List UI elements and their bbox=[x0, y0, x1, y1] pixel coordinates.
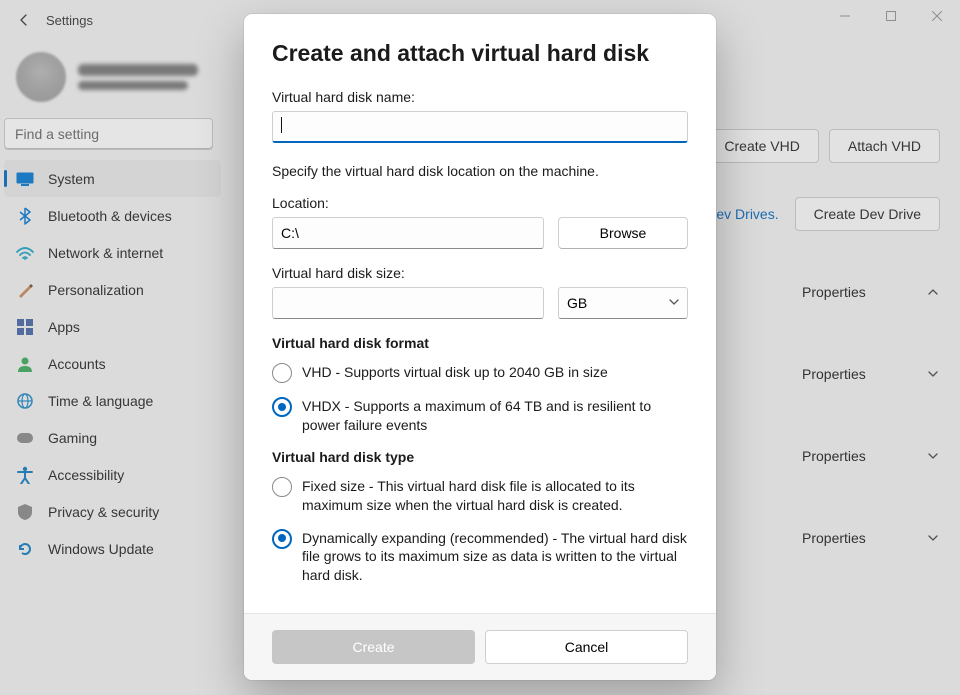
radio-icon bbox=[272, 363, 292, 383]
vhd-name-label: Virtual hard disk name: bbox=[272, 89, 688, 105]
size-unit-select[interactable] bbox=[558, 287, 688, 319]
radio-icon bbox=[272, 477, 292, 497]
type-dynamic-option[interactable]: Dynamically expanding (recommended) - Th… bbox=[272, 529, 688, 586]
type-section-head: Virtual hard disk type bbox=[272, 449, 688, 465]
type-fixed-option[interactable]: Fixed size - This virtual hard disk file… bbox=[272, 477, 688, 515]
size-unit-value[interactable] bbox=[558, 287, 688, 319]
location-hint: Specify the virtual hard disk location o… bbox=[272, 163, 688, 179]
format-vhd-option[interactable]: VHD - Supports virtual disk up to 2040 G… bbox=[272, 363, 688, 383]
create-vhd-dialog: Create and attach virtual hard disk Virt… bbox=[244, 14, 716, 680]
format-vhdx-option[interactable]: VHDX - Supports a maximum of 64 TB and i… bbox=[272, 397, 688, 435]
radio-checked-icon bbox=[272, 397, 292, 417]
vhd-name-input[interactable] bbox=[272, 111, 688, 143]
text-caret bbox=[281, 117, 282, 133]
format-vhd-label: VHD - Supports virtual disk up to 2040 G… bbox=[302, 363, 608, 382]
dialog-body: Create and attach virtual hard disk Virt… bbox=[244, 14, 716, 613]
size-input[interactable] bbox=[272, 287, 544, 319]
dialog-title: Create and attach virtual hard disk bbox=[272, 40, 688, 67]
cancel-button[interactable]: Cancel bbox=[485, 630, 688, 664]
dialog-footer: Create Cancel bbox=[244, 613, 716, 680]
radio-checked-icon bbox=[272, 529, 292, 549]
format-vhdx-label: VHDX - Supports a maximum of 64 TB and i… bbox=[302, 397, 688, 435]
type-dynamic-label: Dynamically expanding (recommended) - Th… bbox=[302, 529, 688, 586]
format-section-head: Virtual hard disk format bbox=[272, 335, 688, 351]
location-input[interactable] bbox=[272, 217, 544, 249]
create-button[interactable]: Create bbox=[272, 630, 475, 664]
location-label: Location: bbox=[272, 195, 688, 211]
browse-button[interactable]: Browse bbox=[558, 217, 688, 249]
type-fixed-label: Fixed size - This virtual hard disk file… bbox=[302, 477, 688, 515]
size-label: Virtual hard disk size: bbox=[272, 265, 688, 281]
